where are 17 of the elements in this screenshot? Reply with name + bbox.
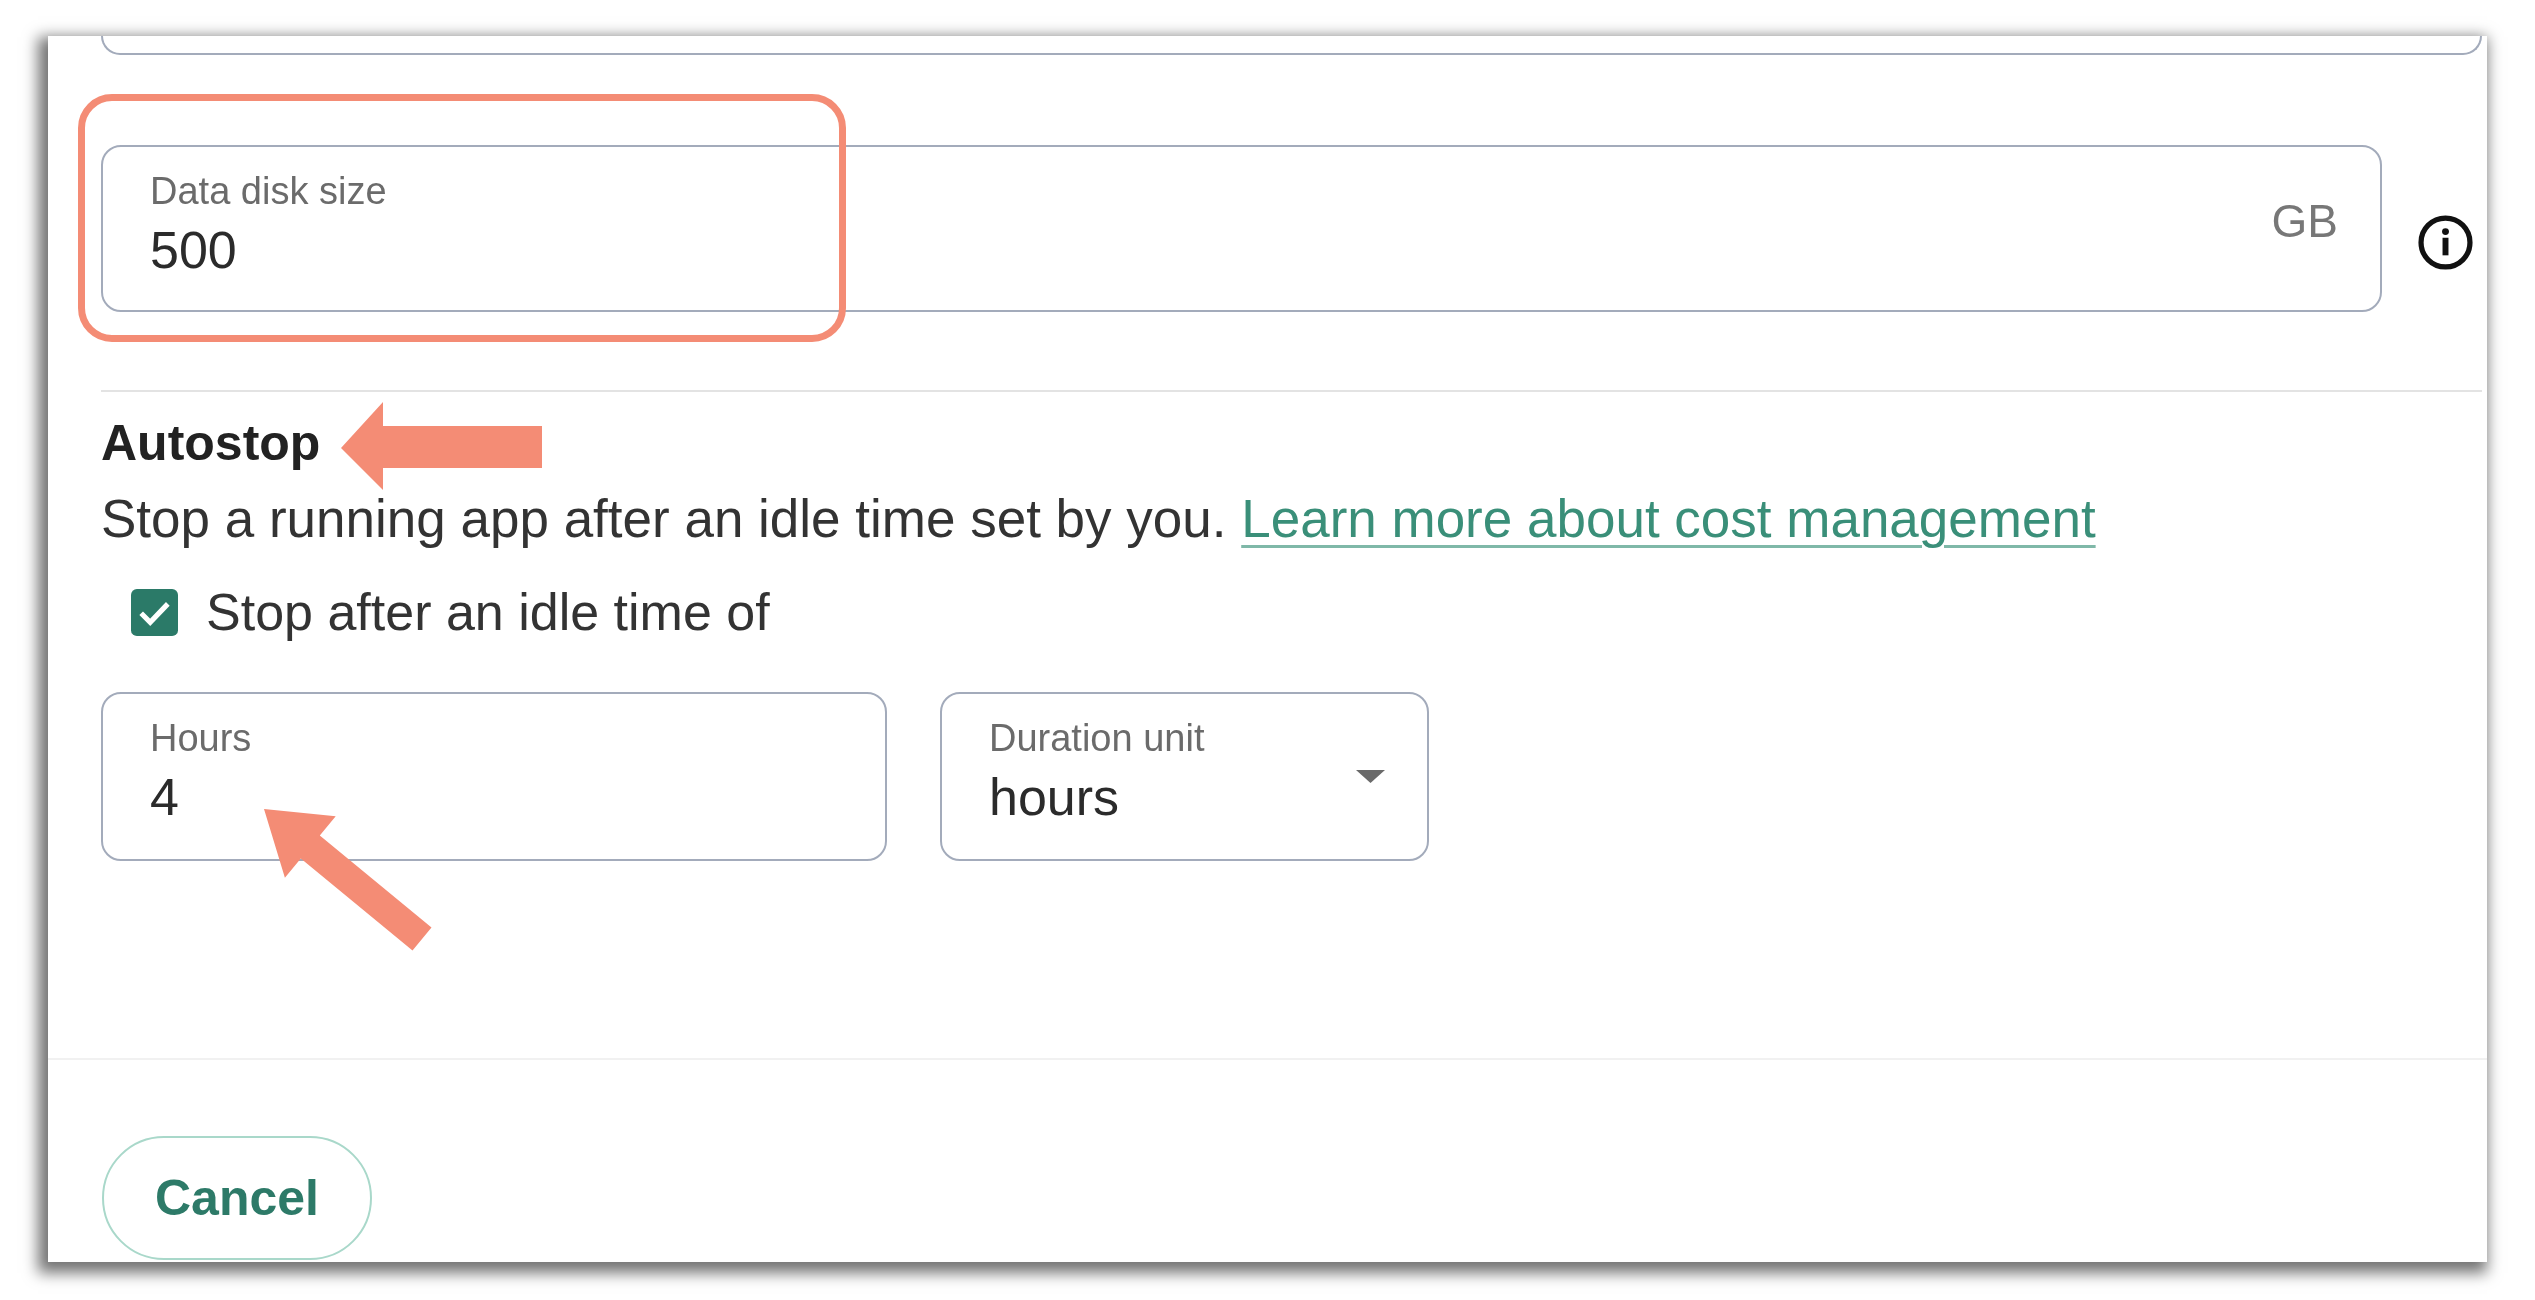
description-text: Stop a running app after an idle time set by you. Learn more about cost management	[101, 488, 2097, 550]
info-icon[interactable]	[2417, 214, 2474, 271]
checkbox-label: Stop after an idle time of	[206, 582, 770, 643]
learn-more-link[interactable]: Learn more about cost management	[1241, 489, 2096, 548]
field-value: 500	[150, 220, 237, 281]
field-value: 4	[150, 767, 179, 828]
field-value: hours	[989, 767, 1120, 828]
input-field[interactable]	[101, 36, 2482, 55]
field-label: Data disk size	[150, 169, 387, 214]
checkbox[interactable]	[131, 588, 178, 636]
field-label: Duration unit	[989, 716, 1205, 761]
select-field[interactable]: Duration unit hours	[940, 692, 1429, 861]
cancel-button[interactable]: Cancel	[102, 1136, 372, 1260]
unit-suffix: GB	[2271, 194, 2338, 249]
caret-icon	[1356, 769, 1385, 783]
section-heading: Autostop	[101, 409, 321, 477]
field-label: Hours	[150, 716, 252, 761]
